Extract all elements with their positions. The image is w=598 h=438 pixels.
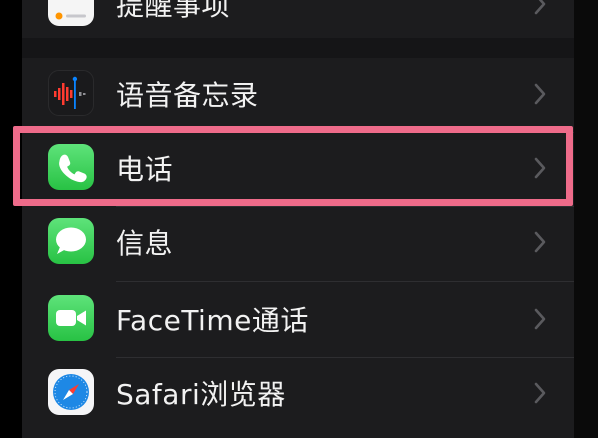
chevron-right-icon bbox=[534, 308, 546, 330]
safari-icon bbox=[48, 369, 94, 415]
voice-memos-icon bbox=[48, 70, 94, 116]
chevron-right-icon bbox=[534, 0, 546, 15]
settings-row-label: 语音备忘录 bbox=[116, 79, 259, 112]
left-edge bbox=[0, 0, 22, 438]
chevron-right-icon bbox=[534, 231, 546, 253]
highlight-box bbox=[13, 126, 573, 206]
settings-row-messages[interactable]: 信息 bbox=[22, 204, 574, 280]
settings-row-label: Safari浏览器 bbox=[116, 378, 286, 411]
settings-row-label: 提醒事项 bbox=[116, 0, 231, 22]
chevron-right-icon bbox=[534, 83, 546, 105]
settings-row-label: 信息 bbox=[116, 227, 174, 260]
chevron-right-icon bbox=[534, 382, 546, 404]
reminders-icon bbox=[48, 0, 94, 26]
settings-row-voice-memos[interactable]: 语音备忘录 bbox=[22, 56, 574, 132]
facetime-icon bbox=[48, 295, 94, 341]
settings-row-safari[interactable]: Safari浏览器 bbox=[22, 355, 574, 431]
settings-row-reminders[interactable]: 提醒事项 bbox=[22, 0, 574, 42]
messages-icon bbox=[48, 218, 94, 264]
settings-row-label: FaceTime通话 bbox=[116, 304, 309, 337]
settings-row-facetime[interactable]: FaceTime通话 bbox=[22, 281, 574, 357]
section-gap bbox=[22, 38, 574, 58]
right-edge bbox=[574, 0, 598, 438]
